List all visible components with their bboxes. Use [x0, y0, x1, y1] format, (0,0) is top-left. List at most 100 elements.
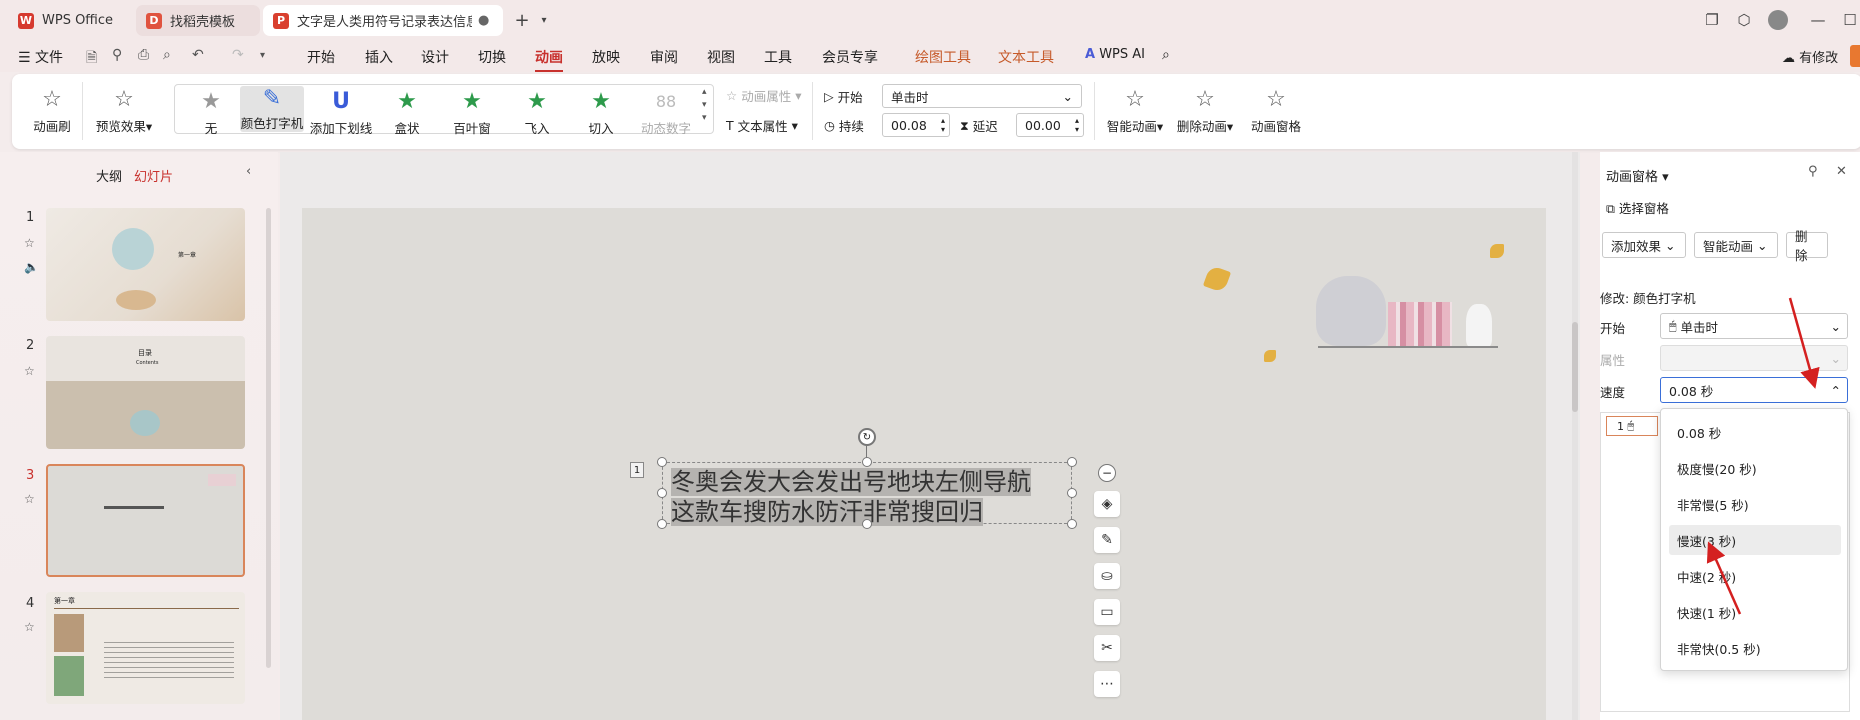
speed-option[interactable]: 非常快(0.5 秒): [1669, 633, 1841, 663]
resize-handle[interactable]: [657, 488, 667, 498]
minimize-icon[interactable]: —: [1806, 8, 1830, 32]
redo-icon[interactable]: ↷: [232, 47, 244, 63]
speed-option-highlighted[interactable]: 慢速(3 秒): [1669, 525, 1841, 555]
start-select[interactable]: 单击时 ⌄: [882, 84, 1082, 108]
effect-box[interactable]: ★ 盒状: [382, 86, 432, 137]
animation-brush-button[interactable]: ☆ 动画刷: [28, 84, 76, 135]
effect-cut-in[interactable]: ★ 切入: [576, 86, 626, 137]
menu-animation[interactable]: 动画: [535, 47, 563, 72]
animation-pane-title[interactable]: 动画窗格 ▾: [1606, 166, 1669, 185]
slide-thumbnail-3[interactable]: [46, 464, 245, 577]
tab-docer[interactable]: D 找稻壳模板: [136, 5, 260, 36]
resize-handle[interactable]: [657, 519, 667, 529]
save-icon[interactable]: 🗎: [86, 47, 97, 71]
maximize-icon[interactable]: ☐: [1838, 8, 1860, 32]
star-outline-icon[interactable]: ☆: [24, 364, 35, 378]
effect-underline[interactable]: U 添加下划线: [308, 86, 374, 137]
more-chevron-icon[interactable]: ▾: [260, 50, 265, 61]
resize-handle[interactable]: [657, 457, 667, 467]
star-outline-icon[interactable]: ☆: [24, 492, 35, 506]
close-icon[interactable]: ✕: [1836, 164, 1847, 179]
smart-animation-dropdown[interactable]: 智能动画 ⌄: [1694, 232, 1778, 258]
collapse-icon[interactable]: ‹: [246, 164, 251, 179]
effect-none[interactable]: ★ 无: [186, 86, 236, 137]
animation-list-item[interactable]: 1 🖱: [1606, 416, 1658, 436]
speed-select[interactable]: 0.08 秒 ⌃: [1660, 377, 1848, 403]
resize-handle[interactable]: [1067, 519, 1077, 529]
start-select[interactable]: 🖱 单击时 ⌄: [1660, 313, 1848, 339]
slide-thumbnail-1[interactable]: 第一章: [46, 208, 245, 321]
menu-home[interactable]: 开始: [307, 47, 335, 67]
speed-option[interactable]: 中速(2 秒): [1669, 561, 1841, 591]
slide-thumbnail-2[interactable]: 目录 Contents: [46, 336, 245, 449]
speed-option[interactable]: 极度慢(20 秒): [1669, 453, 1841, 483]
resize-handle[interactable]: [862, 519, 872, 529]
star-outline-icon[interactable]: ☆: [24, 236, 35, 250]
file-menu[interactable]: ☰ 文件: [18, 47, 63, 67]
canvas-scrollbar-thumb[interactable]: [1572, 322, 1578, 412]
chevron-down-icon[interactable]: ▾: [532, 8, 556, 32]
layers-icon[interactable]: ◈: [1094, 491, 1120, 517]
print-icon[interactable]: ⎙: [138, 47, 149, 63]
magic-tools-icon[interactable]: ✂: [1094, 635, 1120, 661]
fill-icon[interactable]: ⛀: [1094, 563, 1120, 589]
tab-wps-office[interactable]: W WPS Office: [8, 5, 133, 36]
print-preview-icon[interactable]: ⌕: [163, 47, 171, 63]
wps-ai-button[interactable]: A WPS AI: [1085, 47, 1145, 62]
select-pane-button[interactable]: ⧉ 选择窗格: [1606, 198, 1669, 217]
search-doc-icon[interactable]: ⚲: [112, 47, 122, 63]
more-icon[interactable]: ⋯: [1094, 671, 1120, 697]
menu-insert[interactable]: 插入: [365, 47, 393, 67]
menu-view[interactable]: 视图: [707, 47, 735, 67]
add-effect-button[interactable]: 添加效果 ⌄: [1602, 232, 1686, 258]
text-properties-button[interactable]: T 文本属性 ▾: [726, 116, 798, 135]
rotate-handle-icon[interactable]: ↻: [858, 428, 876, 446]
menu-drawing-tools[interactable]: 绘图工具: [915, 47, 971, 67]
gallery-scroll[interactable]: ▴ ▾ ▾: [702, 86, 707, 125]
animation-properties-button[interactable]: ☆ 动画属性 ▾: [726, 86, 801, 105]
outline-tab[interactable]: 大纲: [96, 166, 122, 185]
modified-status[interactable]: ☁ 有修改: [1782, 47, 1838, 66]
menu-transition[interactable]: 切换: [478, 47, 506, 67]
undo-icon[interactable]: ↶: [192, 47, 204, 63]
resize-handle[interactable]: [1067, 457, 1077, 467]
menu-review[interactable]: 审阅: [650, 47, 678, 67]
unsaved-dot-icon[interactable]: ●: [478, 13, 489, 28]
animation-pane-button[interactable]: ☆ 动画窗格: [1248, 84, 1304, 135]
animation-order-marker[interactable]: 1: [630, 462, 644, 478]
menu-text-tools[interactable]: 文本工具: [998, 47, 1054, 67]
speed-option[interactable]: 非常慢(5 秒): [1669, 489, 1841, 519]
pin-icon[interactable]: ⚲: [1808, 164, 1818, 179]
member-badge[interactable]: [1850, 45, 1860, 67]
menu-tools[interactable]: 工具: [764, 47, 792, 67]
speed-option[interactable]: 0.08 秒: [1669, 417, 1841, 447]
frame-icon[interactable]: ▭: [1094, 599, 1120, 625]
resize-handle[interactable]: [862, 457, 872, 467]
preview-button[interactable]: ☆ 预览效果▾: [92, 84, 156, 135]
effect-color-typewriter[interactable]: ✎ 颜色打字机: [240, 86, 304, 132]
cube-icon[interactable]: ⬡: [1732, 8, 1756, 32]
effect-blinds[interactable]: ★ 百叶窗: [442, 86, 502, 137]
speed-option[interactable]: 快速(1 秒): [1669, 597, 1841, 627]
menu-slideshow[interactable]: 放映: [592, 47, 620, 67]
slide-thumbnail-4[interactable]: 第一章: [46, 592, 245, 704]
speaker-icon[interactable]: 🔈: [24, 260, 39, 274]
property-select[interactable]: ⌄: [1660, 345, 1848, 371]
slides-tab[interactable]: 幻灯片: [134, 166, 173, 185]
menu-member[interactable]: 会员专享: [822, 47, 878, 67]
delete-button[interactable]: 删除: [1786, 229, 1828, 263]
duration-stepper[interactable]: 00.08 ▴ ▾: [882, 113, 950, 137]
star-outline-icon[interactable]: ☆: [24, 620, 35, 634]
text-box[interactable]: 冬奥会发大会发出号地块左侧导航这款车搜防水防汗非常搜回归: [662, 462, 1072, 527]
slide-canvas[interactable]: 1 冬奥会发大会发出号地块左侧导航这款车搜防水防汗非常搜回归 ↻: [302, 208, 1546, 720]
tab-document[interactable]: P 文字是人类用符号记录表达信息以( ●: [263, 5, 503, 36]
delay-stepper[interactable]: 00.00 ▴ ▾: [1016, 113, 1084, 137]
smart-animation-button[interactable]: ☆ 智能动画▾: [1104, 84, 1166, 135]
pen-icon[interactable]: ✎: [1094, 527, 1120, 553]
resize-handle[interactable]: [1067, 488, 1077, 498]
effect-dynamic-number[interactable]: 88 动态数字: [636, 86, 696, 137]
text-box-content[interactable]: 冬奥会发大会发出号地块左侧导航这款车搜防水防汗非常搜回归: [671, 467, 1051, 527]
avatar[interactable]: [1766, 8, 1790, 32]
new-tab-icon[interactable]: +: [510, 8, 534, 32]
effect-fly-in[interactable]: ★ 飞入: [512, 86, 562, 137]
